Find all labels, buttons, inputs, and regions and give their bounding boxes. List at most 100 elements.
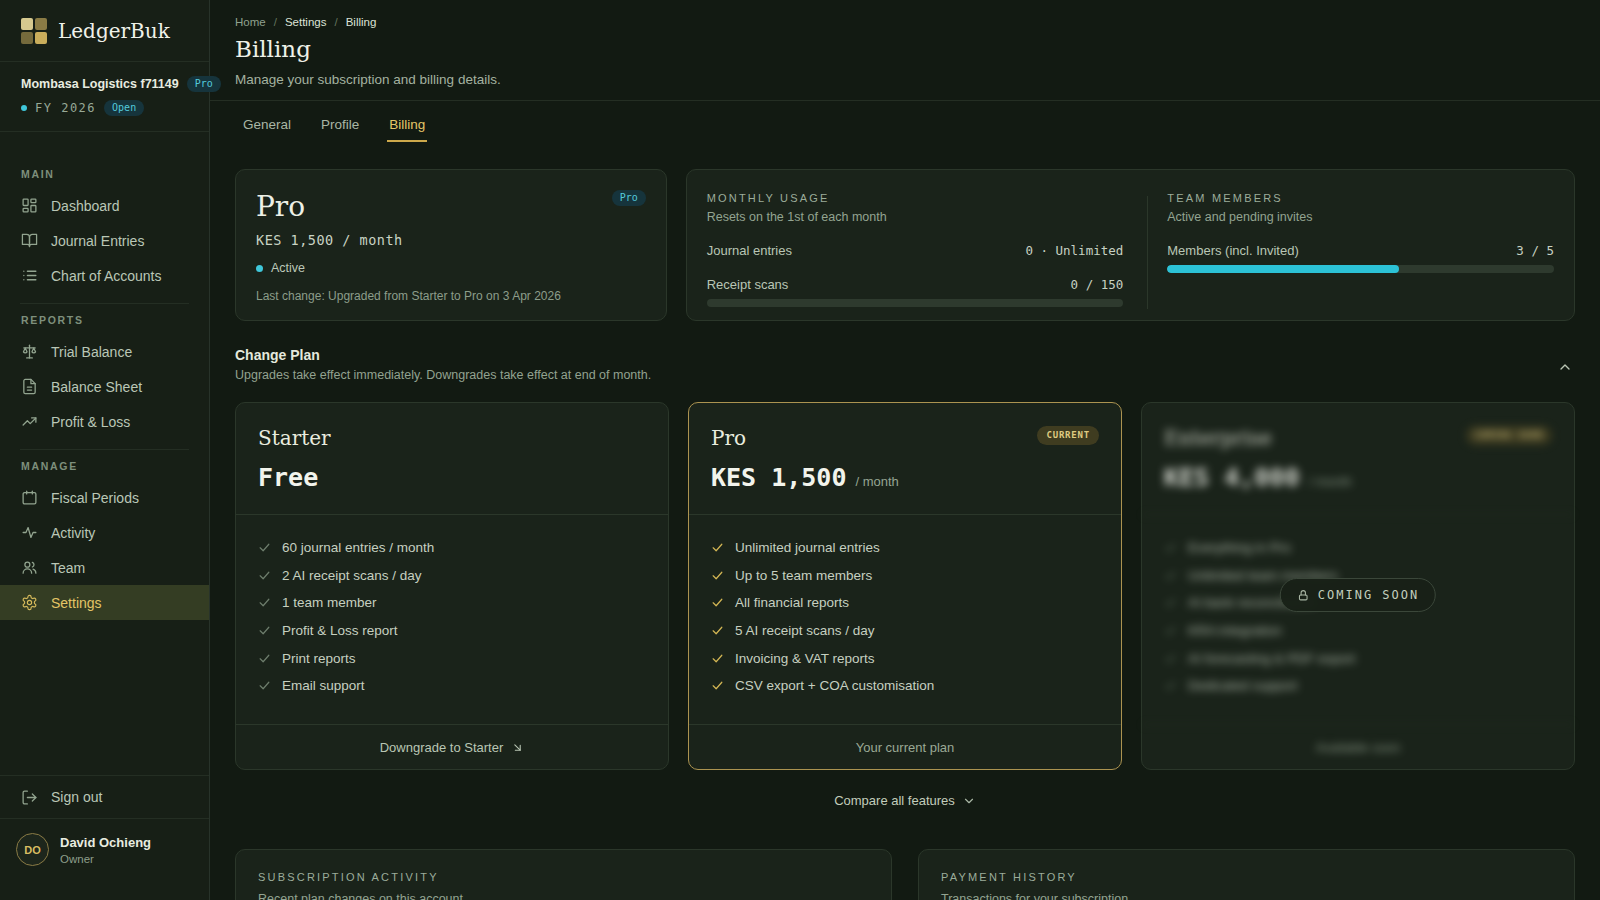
user-profile[interactable]: DO David Ochieng Owner [0,818,209,880]
feature-label: Email support [282,678,365,693]
sidebar-item-balance-sheet[interactable]: Balance Sheet [0,369,209,404]
sidebar-item-fiscal-periods[interactable]: Fiscal Periods [0,480,209,515]
plan-price: Free [258,463,318,492]
feature-label: Profit & Loss report [282,623,398,638]
receipt-scans-label: Receipt scans [707,277,789,292]
subscription-activity-subtitle: Recent plan changes on this account [258,892,869,900]
payment-history-card: PAYMENT HISTORY Transactions for your su… [918,849,1575,900]
dashboard-icon [21,197,38,214]
activity-icon [21,524,38,541]
plan-name: Starter [258,426,331,450]
trending-up-icon [21,413,38,430]
current-plan-name: Pro [256,190,305,224]
sidebar-item-label: Balance Sheet [51,379,142,395]
plan-price: KES 1,500 [711,463,846,492]
tab-profile[interactable]: Profile [319,101,361,142]
downgrade-to-starter-button[interactable]: Downgrade to Starter [236,724,668,769]
check-icon [1164,541,1177,554]
feature-label: KRA integration [1188,623,1282,638]
feature-label: 1 team member [282,595,377,610]
feature-label: All financial reports [735,595,849,610]
sidebar-item-activity[interactable]: Activity [0,515,209,550]
check-icon [1164,624,1177,637]
check-icon [711,541,724,554]
sidebar-item-label: Dashboard [51,198,120,214]
workspace-switcher[interactable]: Mombasa Logistics f71149 Pro FY 2026 Ope… [0,62,209,132]
team-members-section: TEAM MEMBERS Active and pending invites … [1147,192,1554,307]
check-icon [711,569,724,582]
feature-label: CSV export + COA customisation [735,678,934,693]
bottom-cards: SUBSCRIPTION ACTIVITY Recent plan change… [235,849,1575,900]
check-icon [1164,652,1177,665]
app-logo[interactable]: LedgerBuk [0,0,209,62]
settings-tabs: General Profile Billing [235,101,1575,142]
feature-label: Everything in Pro [1188,540,1291,555]
nav-divider [20,303,189,304]
plan-card-pro: Pro CURRENT KES 1,500 / month Unlimited … [688,402,1122,770]
team-members-title: TEAM MEMBERS [1167,192,1554,204]
sidebar-item-label: Activity [51,525,95,541]
your-current-plan-label: Your current plan [689,724,1121,769]
sidebar-item-label: Team [51,560,85,576]
journal-entries-label: Journal entries [707,243,792,258]
log-out-icon [21,789,38,806]
plan-features: 60 journal entries / month 2 AI receipt … [236,515,668,724]
app-name: LedgerBuk [58,19,170,43]
breadcrumb-settings[interactable]: Settings [285,16,327,28]
fiscal-year-status-dot [21,105,27,111]
sidebar-item-team[interactable]: Team [0,550,209,585]
tab-general[interactable]: General [241,101,293,142]
breadcrumb-billing[interactable]: Billing [346,16,377,28]
compare-label: Compare all features [834,793,955,808]
sidebar-item-label: Settings [51,595,102,611]
breadcrumb-separator: / [334,16,337,28]
plan-period: / month [855,474,898,489]
feature-label: Invoicing & VAT reports [735,651,875,666]
ledgerbuk-logo-icon [21,18,47,44]
sidebar-item-label: Fiscal Periods [51,490,139,506]
plan-features: Unlimited journal entries Up to 5 team m… [689,515,1121,724]
sidebar-item-dashboard[interactable]: Dashboard [0,188,209,223]
active-status-label: Active [271,261,305,275]
available-soon-text: Available soon [1316,740,1400,755]
chevron-up-icon [1557,359,1573,375]
sign-out-button[interactable]: Sign out [0,775,209,818]
plan-name: Enterprise [1164,426,1272,450]
sidebar-item-chart-of-accounts[interactable]: Chart of Accounts [0,258,209,293]
sidebar-item-profit-loss[interactable]: Profit & Loss [0,404,209,439]
monthly-usage-subtitle: Resets on the 1st of each month [707,210,1124,224]
check-icon [1164,596,1177,609]
tab-billing[interactable]: Billing [387,101,427,142]
compare-all-features-button[interactable]: Compare all features [235,793,1575,808]
users-icon [21,559,38,576]
plan-period: / month [1308,474,1351,489]
feature-label: Print reports [282,651,356,666]
workspace-name: Mombasa Logistics f71149 [21,77,179,91]
plan-card-starter: Starter Free 60 journal entries / month … [235,402,669,770]
plan-features: Everything in Pro Unlimited team members… [1142,515,1574,724]
sidebar-item-journal-entries[interactable]: Journal Entries [0,223,209,258]
current-plan-badge: Pro [612,190,646,206]
sidebar: LedgerBuk Mombasa Logistics f71149 Pro F… [0,0,210,900]
sidebar-item-settings[interactable]: Settings [0,585,209,620]
available-soon-label: Available soon [1142,724,1574,769]
collapse-section-button[interactable] [1557,359,1573,375]
feature-label: AI forecasting & PDF export [1188,651,1355,666]
check-icon [258,541,271,554]
feature-label: Up to 5 team members [735,568,872,583]
subscription-activity-card: SUBSCRIPTION ACTIVITY Recent plan change… [235,849,892,900]
feature-label: 60 journal entries / month [282,540,434,555]
feature-label: 2 AI receipt scans / day [282,568,422,583]
change-plan-header: Change Plan Upgrades take effect immedia… [235,347,1575,382]
plan-name: Pro [711,426,746,450]
check-icon [258,569,271,582]
current-plan-status: Active [256,261,646,275]
journal-entries-value: 0 · Unlimited [1025,243,1123,258]
check-icon [258,652,271,665]
breadcrumb-home[interactable]: Home [235,16,266,28]
check-icon [711,652,724,665]
nav-section-main: MAIN [0,168,209,180]
check-icon [711,679,724,692]
change-plan-title: Change Plan [235,347,1575,363]
sidebar-item-trial-balance[interactable]: Trial Balance [0,334,209,369]
